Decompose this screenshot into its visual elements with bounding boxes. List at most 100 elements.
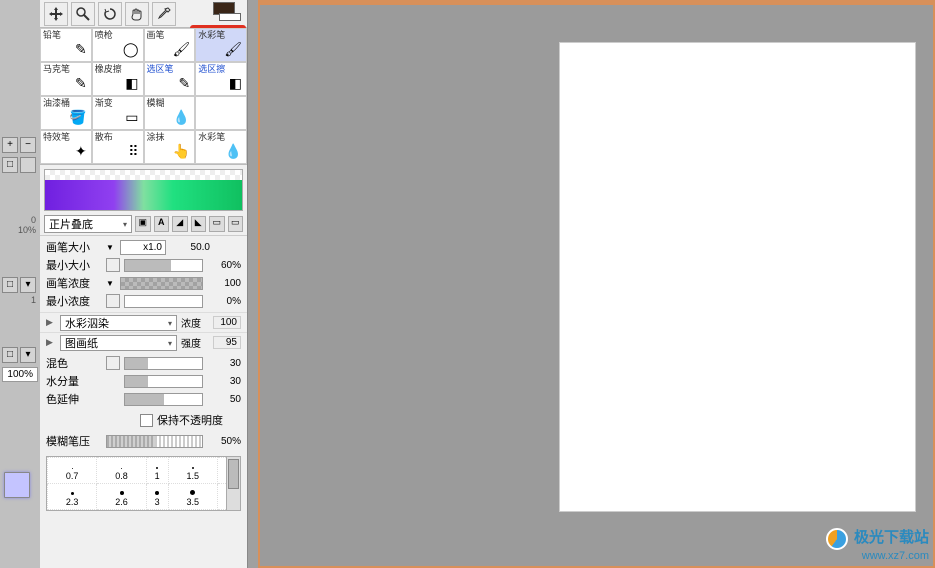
brush-empty1[interactable] bbox=[195, 96, 247, 130]
mix-blend-icon[interactable] bbox=[106, 356, 120, 370]
min-density-label: 最小浓度 bbox=[46, 293, 102, 309]
size-cell[interactable]: 0.7 bbox=[48, 458, 97, 484]
min-size-icon[interactable] bbox=[106, 258, 120, 272]
value-0: 0 bbox=[0, 215, 40, 225]
size-grid-scrollbar[interactable] bbox=[226, 457, 240, 510]
canvas[interactable] bbox=[560, 43, 915, 511]
paper-strength-value[interactable]: 95 bbox=[213, 336, 241, 349]
min-size-label: 最小大小 bbox=[46, 257, 102, 273]
box-button-3[interactable]: □ bbox=[2, 277, 18, 293]
brush-brush[interactable]: 画笔🖌 bbox=[144, 28, 196, 62]
minus-button[interactable]: − bbox=[20, 137, 36, 153]
canvas-viewport[interactable] bbox=[258, 0, 935, 568]
brush-size-label: 画笔大小 bbox=[46, 239, 102, 255]
blend-btn-a[interactable]: A bbox=[154, 216, 170, 232]
blend-mode-row: 正片叠底 ▣ A ◢ ◣ ▭ ▭ bbox=[40, 213, 247, 236]
zoom-tool[interactable] bbox=[71, 2, 95, 26]
min-density-slider[interactable] bbox=[124, 295, 203, 308]
dropdown-button[interactable]: ▾ bbox=[20, 277, 36, 293]
density-label: 画笔浓度 bbox=[46, 275, 102, 291]
blur-pressure-label: 模糊笔压 bbox=[46, 433, 102, 449]
blend-btn-1[interactable]: ▣ bbox=[135, 216, 151, 232]
density-slider[interactable] bbox=[120, 277, 203, 290]
size-cell[interactable]: 1 bbox=[146, 458, 168, 484]
zoom-100[interactable]: 100% bbox=[2, 367, 38, 382]
wc-bleed-density-value[interactable]: 100 bbox=[213, 316, 241, 329]
wc-bleed-select[interactable]: 水彩泅染 bbox=[60, 315, 177, 331]
gradient-preview[interactable] bbox=[44, 169, 243, 211]
value-10pct: 10% bbox=[0, 225, 40, 235]
brush-gradient[interactable]: 渐变▭ bbox=[92, 96, 144, 130]
watermark: 极光下载站 www.xz7.com bbox=[826, 526, 929, 562]
far-left-strip: + − □ 0 10% □ ▾ 1 □ ▾ 100% bbox=[0, 0, 40, 568]
blur-pressure-slider[interactable] bbox=[106, 435, 203, 448]
color-swatch-preview[interactable] bbox=[4, 472, 30, 498]
box-button-4[interactable]: □ bbox=[2, 347, 18, 363]
value-1: 1 bbox=[0, 295, 40, 305]
brush-size-value[interactable]: 50.0 bbox=[170, 242, 210, 253]
rotate-tool[interactable] bbox=[98, 2, 122, 26]
brush-watercolor[interactable]: 水彩笔🖌 bbox=[195, 28, 247, 62]
brush-effect[interactable]: 特效笔✦ bbox=[40, 130, 92, 164]
brush-size-grid[interactable]: 0.70.811.522.32.633.54 bbox=[46, 456, 241, 511]
brush-sel-erase[interactable]: 选区擦◧ bbox=[195, 62, 247, 96]
wc-bleed-expand[interactable]: ▶ bbox=[46, 317, 56, 328]
size-cell[interactable]: 2.3 bbox=[48, 484, 97, 510]
min-size-slider[interactable] bbox=[124, 259, 203, 272]
blend-btn-4[interactable]: ▭ bbox=[209, 216, 225, 232]
blend-btn-5[interactable]: ▭ bbox=[228, 216, 244, 232]
mix-blend-label: 混色 bbox=[46, 355, 102, 371]
watermark-title: 极光下载站 bbox=[854, 529, 929, 546]
paper-select[interactable]: 图画纸 bbox=[60, 335, 177, 351]
canvas-tools-row bbox=[40, 0, 247, 28]
mix-water-value: 30 bbox=[207, 376, 241, 387]
dropdown-button-2[interactable]: ▾ bbox=[20, 347, 36, 363]
size-cell[interactable]: 3.5 bbox=[168, 484, 217, 510]
color-swatches[interactable] bbox=[213, 2, 241, 21]
size-cell[interactable]: 1.5 bbox=[168, 458, 217, 484]
blend-btn-2[interactable]: ◢ bbox=[172, 216, 188, 232]
mix-spread-label: 色延伸 bbox=[46, 391, 102, 407]
min-size-value: 60% bbox=[207, 260, 241, 271]
move-tool[interactable] bbox=[44, 2, 68, 26]
brush-pencil[interactable]: 铅笔✎ bbox=[40, 28, 92, 62]
mix-water-label: 水分量 bbox=[46, 373, 102, 389]
blend-mode-value: 正片叠底 bbox=[49, 216, 93, 232]
keep-opacity-label: 保持不透明度 bbox=[157, 412, 223, 428]
mix-blend-slider[interactable] bbox=[124, 357, 203, 370]
brush-sel-pen[interactable]: 选区笔✎ bbox=[144, 62, 196, 96]
keep-opacity-checkbox[interactable] bbox=[140, 414, 153, 427]
size-cell[interactable]: 0.8 bbox=[97, 458, 146, 484]
brush-smudge[interactable]: 涂抹👆 bbox=[144, 130, 196, 164]
paper-expand[interactable]: ▶ bbox=[46, 337, 56, 348]
plus-button[interactable]: + bbox=[2, 137, 18, 153]
brush-blur[interactable]: 模糊💧 bbox=[144, 96, 196, 130]
mix-blend-value: 30 bbox=[207, 358, 241, 369]
density-arrow[interactable]: ▼ bbox=[106, 279, 116, 288]
min-density-icon[interactable] bbox=[106, 294, 120, 308]
hand-tool[interactable] bbox=[125, 2, 149, 26]
brush-size-arrow[interactable]: ▼ bbox=[106, 243, 116, 252]
size-cell[interactable]: 2.6 bbox=[97, 484, 146, 510]
brush-grid: 铅笔✎喷枪◯画笔🖌水彩笔🖌 马克笔✎橡皮擦◧选区笔✎选区擦◧ 油漆桶🪣渐变▭模糊💧 特… bbox=[40, 28, 247, 165]
size-cell[interactable]: 3 bbox=[146, 484, 168, 510]
brush-watercolor2[interactable]: 水彩笔💧 bbox=[195, 130, 247, 164]
brush-bucket[interactable]: 油漆桶🪣 bbox=[40, 96, 92, 130]
brush-eraser[interactable]: 橡皮擦◧ bbox=[92, 62, 144, 96]
brush-airbrush[interactable]: 喷枪◯ bbox=[92, 28, 144, 62]
mix-water-slider[interactable] bbox=[124, 375, 203, 388]
mix-spread-value: 50 bbox=[207, 394, 241, 405]
watermark-url: www.xz7.com bbox=[826, 550, 929, 562]
eyedropper-tool[interactable] bbox=[152, 2, 176, 26]
box-button-2[interactable] bbox=[20, 157, 36, 173]
box-button-1[interactable]: □ bbox=[2, 157, 18, 173]
blend-mode-select[interactable]: 正片叠底 bbox=[44, 215, 132, 233]
wc-bleed-density-label: 浓度 bbox=[181, 315, 209, 330]
blend-btn-3[interactable]: ◣ bbox=[191, 216, 207, 232]
brush-scatter[interactable]: 散布⠿ bbox=[92, 130, 144, 164]
mix-spread-slider[interactable] bbox=[124, 393, 203, 406]
background-color[interactable] bbox=[219, 13, 241, 21]
brush-size-scale[interactable]: x1.0 bbox=[120, 240, 166, 255]
brush-marker[interactable]: 马克笔✎ bbox=[40, 62, 92, 96]
min-density-value: 0% bbox=[207, 296, 241, 307]
